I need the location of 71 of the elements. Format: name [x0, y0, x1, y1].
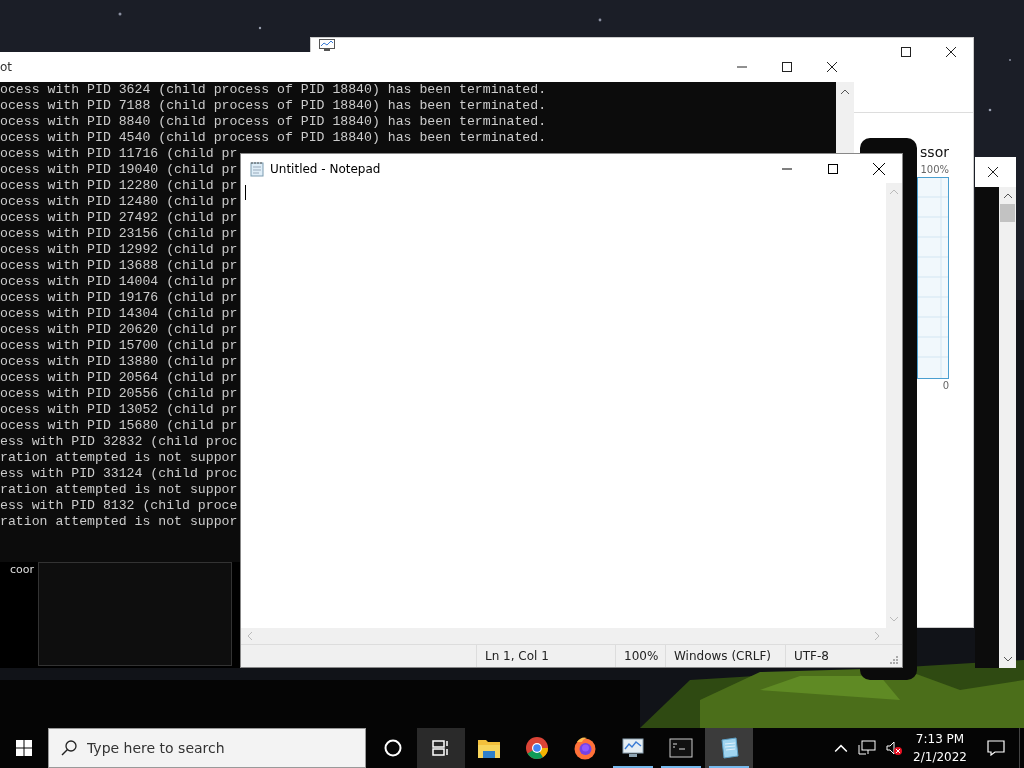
monitor-icon: [621, 736, 645, 760]
taskbar-app[interactable]: [705, 728, 753, 768]
console-line: ocess with PID 14004 (child pr: [0, 274, 238, 290]
scroll-up-icon[interactable]: [841, 89, 849, 94]
console-line: ocess with PID 12280 (child pr: [0, 178, 238, 194]
status-text: 100%: [615, 645, 665, 667]
clock-time[interactable]: 7:13 PM: [915, 730, 965, 748]
task-view-button[interactable]: [417, 728, 465, 768]
console-line: ocess with PID 15680 (child pr: [0, 418, 238, 434]
console-line: ocess with PID 7188 (child process of PID 18840) has been terminated.: [0, 98, 547, 114]
console-line: ocess with PID 13688 (child pr: [0, 258, 238, 274]
console-line: ocess with PID 20556 (child pr: [0, 386, 238, 402]
axis-label: 100%: [920, 163, 949, 177]
notification-icon[interactable]: [987, 740, 1005, 756]
console-line: ocess with PID 13052 (child pr: [0, 402, 238, 418]
console-line: ess with PID 32832 (child proc: [0, 434, 238, 450]
circle-icon: [384, 739, 402, 757]
search-field[interactable]: Type here to search: [48, 728, 366, 768]
scrollbar[interactable]: [999, 187, 1016, 668]
window-title: ot: [0, 60, 13, 74]
notepad-icon: [250, 160, 264, 177]
console-line: ration attempted is not suppor: [0, 482, 238, 498]
console-line: ess with PID 33124 (child proc: [0, 466, 238, 482]
scroll-down-icon[interactable]: [1003, 657, 1012, 662]
console-line: ocess with PID 27492 (child pr: [0, 210, 238, 226]
status-text: Windows (CRLF): [665, 645, 785, 667]
folder-icon: [477, 737, 501, 759]
console-line: ocess with PID 23156 (child pr: [0, 226, 238, 242]
close-icon: [873, 162, 885, 175]
console-line: ocess with PID 4540 (child process of PID 18840) has been terminated.: [0, 130, 547, 146]
maximize-icon: [900, 47, 911, 57]
close-icon: [826, 62, 837, 72]
console-line: ration attempted is not suppor: [0, 514, 238, 530]
console-line: ocess with PID 19176 (child pr: [0, 290, 238, 306]
chrome-icon: [525, 736, 549, 760]
maximize-icon: [781, 62, 792, 72]
close-icon: [945, 47, 956, 57]
axis-label: 0: [942, 379, 949, 393]
speaker-icon[interactable]: [886, 740, 903, 756]
console-line: ocess with PID 13880 (child pr: [0, 354, 238, 370]
search-icon: [61, 740, 77, 756]
console-line: ocess with PID 11716 (child pr: [0, 146, 238, 162]
console-line: ocess with PID 12992 (child pr: [0, 242, 238, 258]
console-line: ocess with PID 8840 (child process of PID 18840) has been terminated.: [0, 114, 547, 130]
maximize-icon: [828, 163, 838, 174]
console-line: ocess with PID 14304 (child pr: [0, 306, 238, 322]
console-line: ess with PID 8132 (child proce: [0, 498, 238, 514]
status-text: Ln 1, Col 1: [476, 645, 615, 667]
console-line: ration attempted is not suppor: [0, 450, 238, 466]
console-line: ocess with PID 3624 (child process of PID 18840) has been terminated.: [0, 82, 547, 98]
windows-logo-icon: [16, 740, 32, 756]
panel-heading: ssor: [920, 143, 949, 162]
console-line: ocess with PID 12480 (child pr: [0, 194, 238, 210]
minimize-icon: [736, 66, 747, 68]
task-view-icon: [432, 740, 450, 756]
firefox-icon: [573, 736, 597, 760]
window-text: coor: [10, 563, 35, 576]
scroll-thumb[interactable]: [1000, 204, 1015, 222]
scroll-up-icon[interactable]: [1003, 193, 1012, 198]
console-line: ocess with PID 19040 (child pr: [0, 162, 238, 178]
minimize-icon: [782, 167, 792, 170]
console-line: ocess with PID 20620 (child pr: [0, 322, 238, 338]
console-line: ocess with PID 15700 (child pr: [0, 338, 238, 354]
console-line: ocess with PID 20564 (child pr: [0, 370, 238, 386]
window-title: Untitled - Notepad: [270, 161, 381, 176]
network-icon[interactable]: [858, 740, 877, 756]
resize-grip-icon[interactable]: [890, 656, 898, 664]
clock-date[interactable]: 2/1/2022: [913, 748, 967, 766]
close-icon: [988, 167, 998, 177]
status-text: UTF-8: [785, 645, 890, 667]
terminal-icon: [669, 737, 693, 759]
